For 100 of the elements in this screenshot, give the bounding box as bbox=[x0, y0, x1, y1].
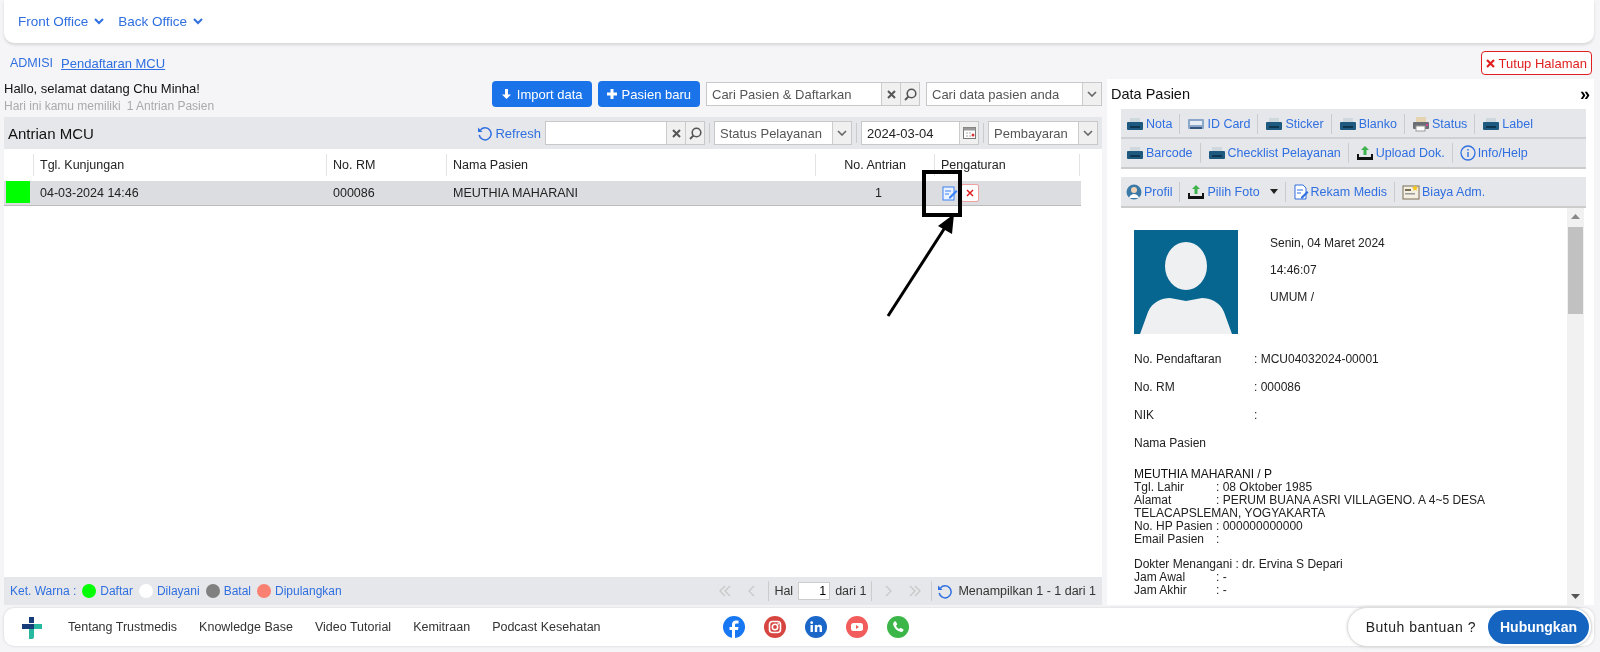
toolbar-button[interactable]: ID Card bbox=[1186, 116, 1252, 131]
status-select[interactable]: Status Pelayanan bbox=[714, 121, 852, 145]
collapse-button[interactable]: » bbox=[1580, 85, 1590, 103]
footer-link[interactable]: Tentang Trustmedis bbox=[68, 620, 178, 634]
play-icon[interactable] bbox=[845, 616, 868, 638]
plus-icon bbox=[606, 89, 617, 99]
printer-icon bbox=[1207, 145, 1226, 160]
nav-menu[interactable]: Front Office bbox=[16, 12, 107, 31]
refresh-button[interactable]: Refresh bbox=[477, 125, 541, 141]
payment-select[interactable]: Pembayaran bbox=[988, 121, 1098, 145]
column-header: Pengaturan bbox=[935, 154, 1080, 176]
breadcrumb-link[interactable]: ADMISI bbox=[10, 56, 54, 70]
import-button[interactable]: Import data bbox=[491, 81, 592, 107]
clear-icon bbox=[671, 128, 681, 138]
linkedin-icon[interactable] bbox=[804, 616, 827, 638]
toolbar-button[interactable]: Profil bbox=[1125, 183, 1174, 200]
legend-label: Batal bbox=[223, 584, 251, 598]
scrollbar-thumb[interactable] bbox=[1568, 227, 1583, 314]
clipboard-icon bbox=[1402, 183, 1420, 200]
footer-link[interactable]: Knowledge Base bbox=[199, 620, 293, 634]
scroll-down-icon bbox=[1571, 594, 1580, 599]
date-field[interactable]: 2024-03-04 bbox=[861, 121, 979, 145]
camera-icon[interactable] bbox=[763, 616, 786, 638]
detail-text: Tgl. Lahir : 08 Oktober 1985 bbox=[1134, 481, 1314, 494]
detail-text: Jam Awal : - bbox=[1134, 571, 1227, 584]
card-printer-icon bbox=[1187, 116, 1206, 131]
table-cell-text: 04-03-2024 14:46 bbox=[39, 186, 140, 200]
footer-link[interactable]: Podcast Kesehatan bbox=[492, 620, 601, 634]
legend-label: Dipulangkan bbox=[275, 584, 342, 598]
printer-icon bbox=[1265, 116, 1284, 131]
user-icon bbox=[1126, 183, 1142, 200]
detail-text: Jam Akhir : - bbox=[1134, 584, 1228, 597]
toolbar-button[interactable]: Info/Help bbox=[1458, 144, 1529, 161]
toolbar-button[interactable]: Upload Dok. bbox=[1354, 144, 1446, 161]
visit-info-text: UMUM / bbox=[1270, 290, 1315, 304]
toolbar-button[interactable]: Pilih Foto bbox=[1186, 183, 1279, 200]
highlight-box bbox=[922, 170, 962, 217]
facebook-icon[interactable] bbox=[722, 616, 745, 638]
queue-count-text: 1 Antrian Pasien bbox=[126, 99, 215, 113]
page-total: dari 1 bbox=[835, 584, 867, 598]
first-page-icon bbox=[718, 585, 733, 597]
field-label: No. RM bbox=[1134, 380, 1176, 396]
toolbar-button[interactable]: Label bbox=[1481, 116, 1534, 131]
panel-title: Data Pasien bbox=[1111, 86, 1190, 102]
upload-icon bbox=[1187, 183, 1206, 200]
breadcrumb-link[interactable]: Pendaftaran MCU bbox=[61, 55, 166, 71]
toolbar-button[interactable]: Nota bbox=[1125, 116, 1174, 131]
field-label: NIK bbox=[1134, 408, 1155, 424]
patient-search-select[interactable]: Cari data pasien anda bbox=[926, 82, 1102, 106]
table-row[interactable]: 04-03-2024 14:46 000086 MEUTHIA MAHARANI 1 bbox=[4, 181, 1081, 206]
page-input[interactable]: 1 bbox=[798, 582, 831, 600]
search-field[interactable]: Cari Pasien & Daftarkan bbox=[706, 82, 920, 106]
footer-link[interactable]: Video Tutorial bbox=[314, 620, 392, 634]
field-value: : dr. Ervina S Depari bbox=[1234, 557, 1343, 571]
table-cell-text: 000086 bbox=[332, 186, 376, 200]
toolbar-button[interactable]: Blanko bbox=[1337, 116, 1398, 131]
toolbar-button[interactable]: Barcode bbox=[1125, 145, 1194, 160]
logo-icon bbox=[20, 615, 44, 639]
scrollbar[interactable] bbox=[1567, 208, 1584, 605]
phone-icon[interactable] bbox=[886, 616, 909, 638]
column-header: No. Antrian bbox=[816, 154, 935, 176]
help-text: Butuh bantuan ? bbox=[1365, 619, 1476, 635]
page-label: Hal bbox=[774, 584, 794, 598]
footer-link[interactable]: Kemitraan bbox=[413, 620, 471, 634]
visit-info-text: 14:46:07 bbox=[1270, 263, 1318, 277]
toolbar-button[interactable]: Biaya Adm. bbox=[1401, 183, 1487, 200]
upload-icon bbox=[1355, 144, 1374, 161]
clear-icon bbox=[886, 89, 896, 99]
printer-icon bbox=[1338, 116, 1357, 131]
contact-button[interactable]: Hubungkan bbox=[1488, 610, 1589, 644]
printer-icon bbox=[1126, 145, 1144, 160]
legend-label: Ket. Warna : bbox=[10, 584, 77, 598]
toolbar-button[interactable]: Status bbox=[1410, 115, 1469, 132]
nav-menu[interactable]: Back Office bbox=[116, 12, 206, 31]
close-page-button[interactable]: Tutup Halaman bbox=[1480, 51, 1592, 75]
legend-label: Dilayani bbox=[156, 584, 200, 598]
arrow-down-icon bbox=[500, 88, 512, 100]
toolbar-button[interactable]: Checklist Pelayanan bbox=[1206, 145, 1342, 160]
edit-button[interactable] bbox=[941, 184, 959, 202]
close-icon bbox=[1485, 58, 1495, 68]
field-label: No. Pendaftaran bbox=[1134, 352, 1223, 368]
add-button[interactable]: Pasien baru bbox=[597, 81, 700, 107]
toolbar-button[interactable]: Rekam Medis bbox=[1291, 183, 1388, 200]
printer-icon bbox=[1411, 115, 1430, 132]
result-summary: Menampilkan 1 - 1 dari 1 bbox=[958, 584, 1096, 598]
search-field[interactable] bbox=[545, 121, 705, 145]
toolbar-button[interactable]: Sticker bbox=[1264, 116, 1325, 131]
panel-title: Antrian MCU bbox=[8, 124, 94, 142]
document-edit-icon bbox=[1292, 183, 1309, 200]
calendar-icon bbox=[962, 127, 976, 139]
patient-name: MEUTHIA MAHARANI / P bbox=[1134, 468, 1274, 481]
close-icon bbox=[966, 189, 974, 197]
queue-summary-text: Hari ini kamu memiliki bbox=[4, 99, 121, 113]
table-cell-text: 1 bbox=[874, 186, 883, 200]
chevron-down-icon bbox=[94, 18, 105, 25]
edit-icon bbox=[942, 185, 958, 201]
search-icon bbox=[688, 126, 702, 140]
search-icon bbox=[903, 87, 917, 101]
scroll-up-icon bbox=[1571, 214, 1580, 219]
detail-text: Alamat : PERUM BUANA ASRI VILLAGENO. A 4~5 DESA TELACAPSLEMAN, YOGYAKARTA bbox=[1134, 494, 1486, 520]
